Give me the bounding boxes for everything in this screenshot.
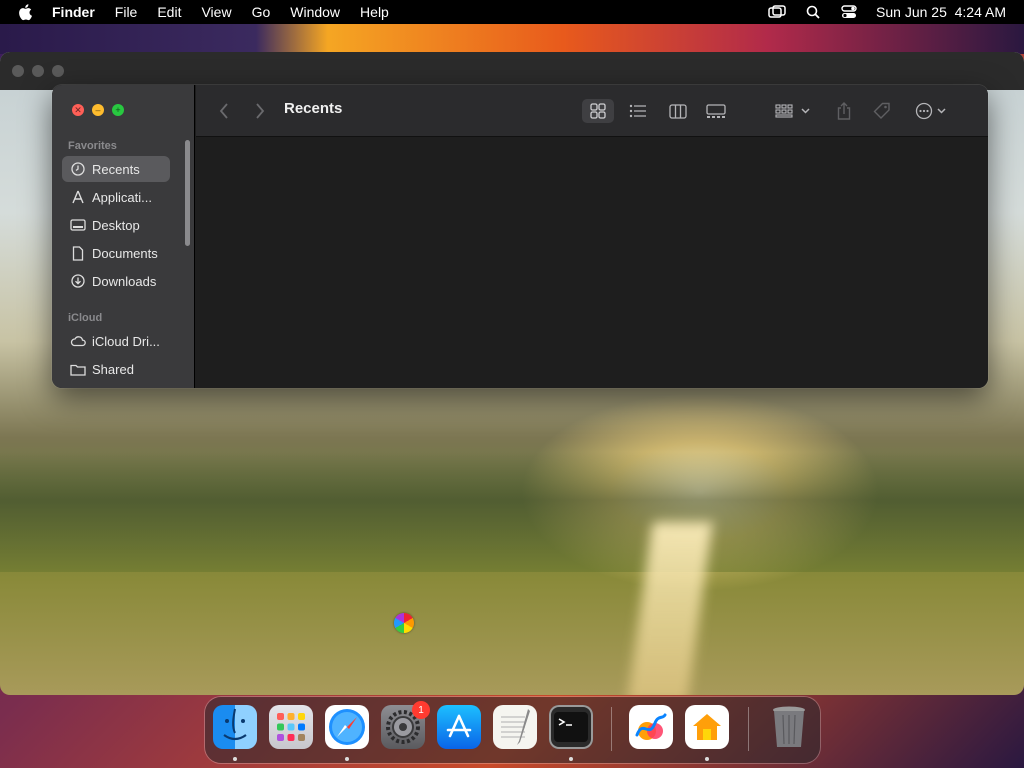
spotlight-search-icon[interactable] [804, 4, 822, 20]
window-title: Recents [284, 100, 343, 117]
notification-badge: 1 [412, 701, 430, 719]
column-view-button[interactable] [662, 99, 694, 123]
screen-mirroring-icon[interactable] [768, 4, 786, 20]
dock: 1 [205, 697, 820, 763]
sidebar-item-icloud-drive[interactable]: iCloud Dri... [62, 328, 170, 354]
download-icon [70, 273, 86, 289]
menu-go[interactable]: Go [252, 4, 271, 20]
document-icon [70, 245, 86, 261]
more-actions-button[interactable] [912, 99, 954, 123]
sidebar-item-applications[interactable]: Applicati... [62, 184, 170, 210]
running-indicator [345, 757, 349, 761]
sidebar-item-label: Downloads [92, 273, 157, 289]
sidebar-heading-icloud: iCloud [68, 312, 103, 324]
running-indicator [569, 757, 573, 761]
gallery-view-button[interactable] [700, 99, 732, 123]
inactive-zoom-button[interactable] [52, 65, 64, 77]
forward-button[interactable] [250, 99, 270, 123]
back-button[interactable] [214, 99, 234, 123]
cloud-icon [70, 333, 86, 349]
sidebar-item-label: Desktop [92, 217, 140, 233]
applications-icon [70, 189, 86, 205]
sidebar-item-recents[interactable]: Recents [62, 156, 170, 182]
menu-window[interactable]: Window [290, 4, 340, 20]
safari-dock-icon[interactable] [325, 705, 369, 749]
inactive-minimize-button[interactable] [32, 65, 44, 77]
sidebar-heading-favorites: Favorites [68, 140, 117, 152]
dock-separator [611, 707, 612, 751]
sidebar-item-downloads[interactable]: Downloads [62, 268, 170, 294]
finder-window: ✕ – + Favorites Recents Applicati... Des… [52, 85, 988, 388]
wallpaper-hills [0, 452, 1024, 572]
finder-dock-icon[interactable] [213, 705, 257, 749]
menu-app-name[interactable]: Finder [52, 4, 95, 20]
sidebar-scrollbar[interactable] [185, 140, 190, 246]
dock-separator [748, 707, 749, 751]
desktop-wallpaper [0, 24, 1024, 54]
finder-toolbar: Recents [196, 85, 988, 137]
finder-sidebar: ✕ – + Favorites Recents Applicati... Des… [52, 85, 195, 388]
launchpad-dock-icon[interactable] [269, 705, 313, 749]
sidebar-item-desktop[interactable]: Desktop [62, 212, 170, 238]
apple-menu-icon[interactable] [18, 3, 36, 21]
desktop-icon [70, 217, 86, 233]
sidebar-item-label: Applicati... [92, 189, 152, 205]
running-indicator [705, 757, 709, 761]
shared-folder-icon [70, 361, 86, 377]
app-store-dock-icon[interactable] [437, 705, 481, 749]
close-button[interactable]: ✕ [72, 104, 84, 116]
clock-icon [70, 161, 86, 177]
menu-bar: Finder File Edit View Go Window Help Sun… [0, 0, 1024, 24]
sidebar-item-shared[interactable]: Shared [62, 356, 170, 382]
menu-help[interactable]: Help [360, 4, 389, 20]
sidebar-item-label: Shared [92, 361, 134, 377]
finder-content-area[interactable] [196, 138, 988, 388]
sidebar-item-label: Recents [92, 161, 140, 177]
busy-cursor-icon [394, 613, 414, 633]
zoom-button[interactable]: + [112, 104, 124, 116]
menubar-clock[interactable]: Sun Jun 25 4:24 AM [876, 4, 1006, 20]
window-controls: ✕ – + [72, 104, 124, 116]
share-button[interactable] [832, 99, 856, 123]
sidebar-item-label: Documents [92, 245, 158, 261]
tag-button[interactable] [870, 99, 894, 123]
trash-dock-icon[interactable] [767, 705, 811, 749]
terminal-dock-icon[interactable] [549, 705, 593, 749]
icon-view-button[interactable] [582, 99, 614, 123]
sidebar-item-label: iCloud Dri... [92, 333, 160, 349]
list-view-button[interactable] [622, 99, 654, 123]
group-by-button[interactable] [772, 99, 816, 123]
sidebar-item-documents[interactable]: Documents [62, 240, 170, 266]
home-dock-icon[interactable] [685, 705, 729, 749]
inactive-close-button[interactable] [12, 65, 24, 77]
menu-file[interactable]: File [115, 4, 138, 20]
minimize-button[interactable]: – [92, 104, 104, 116]
control-center-icon[interactable] [840, 4, 858, 20]
running-indicator [233, 757, 237, 761]
freeform-dock-icon[interactable] [629, 705, 673, 749]
menu-edit[interactable]: Edit [157, 4, 181, 20]
textedit-dock-icon[interactable] [493, 705, 537, 749]
menu-view[interactable]: View [201, 4, 231, 20]
